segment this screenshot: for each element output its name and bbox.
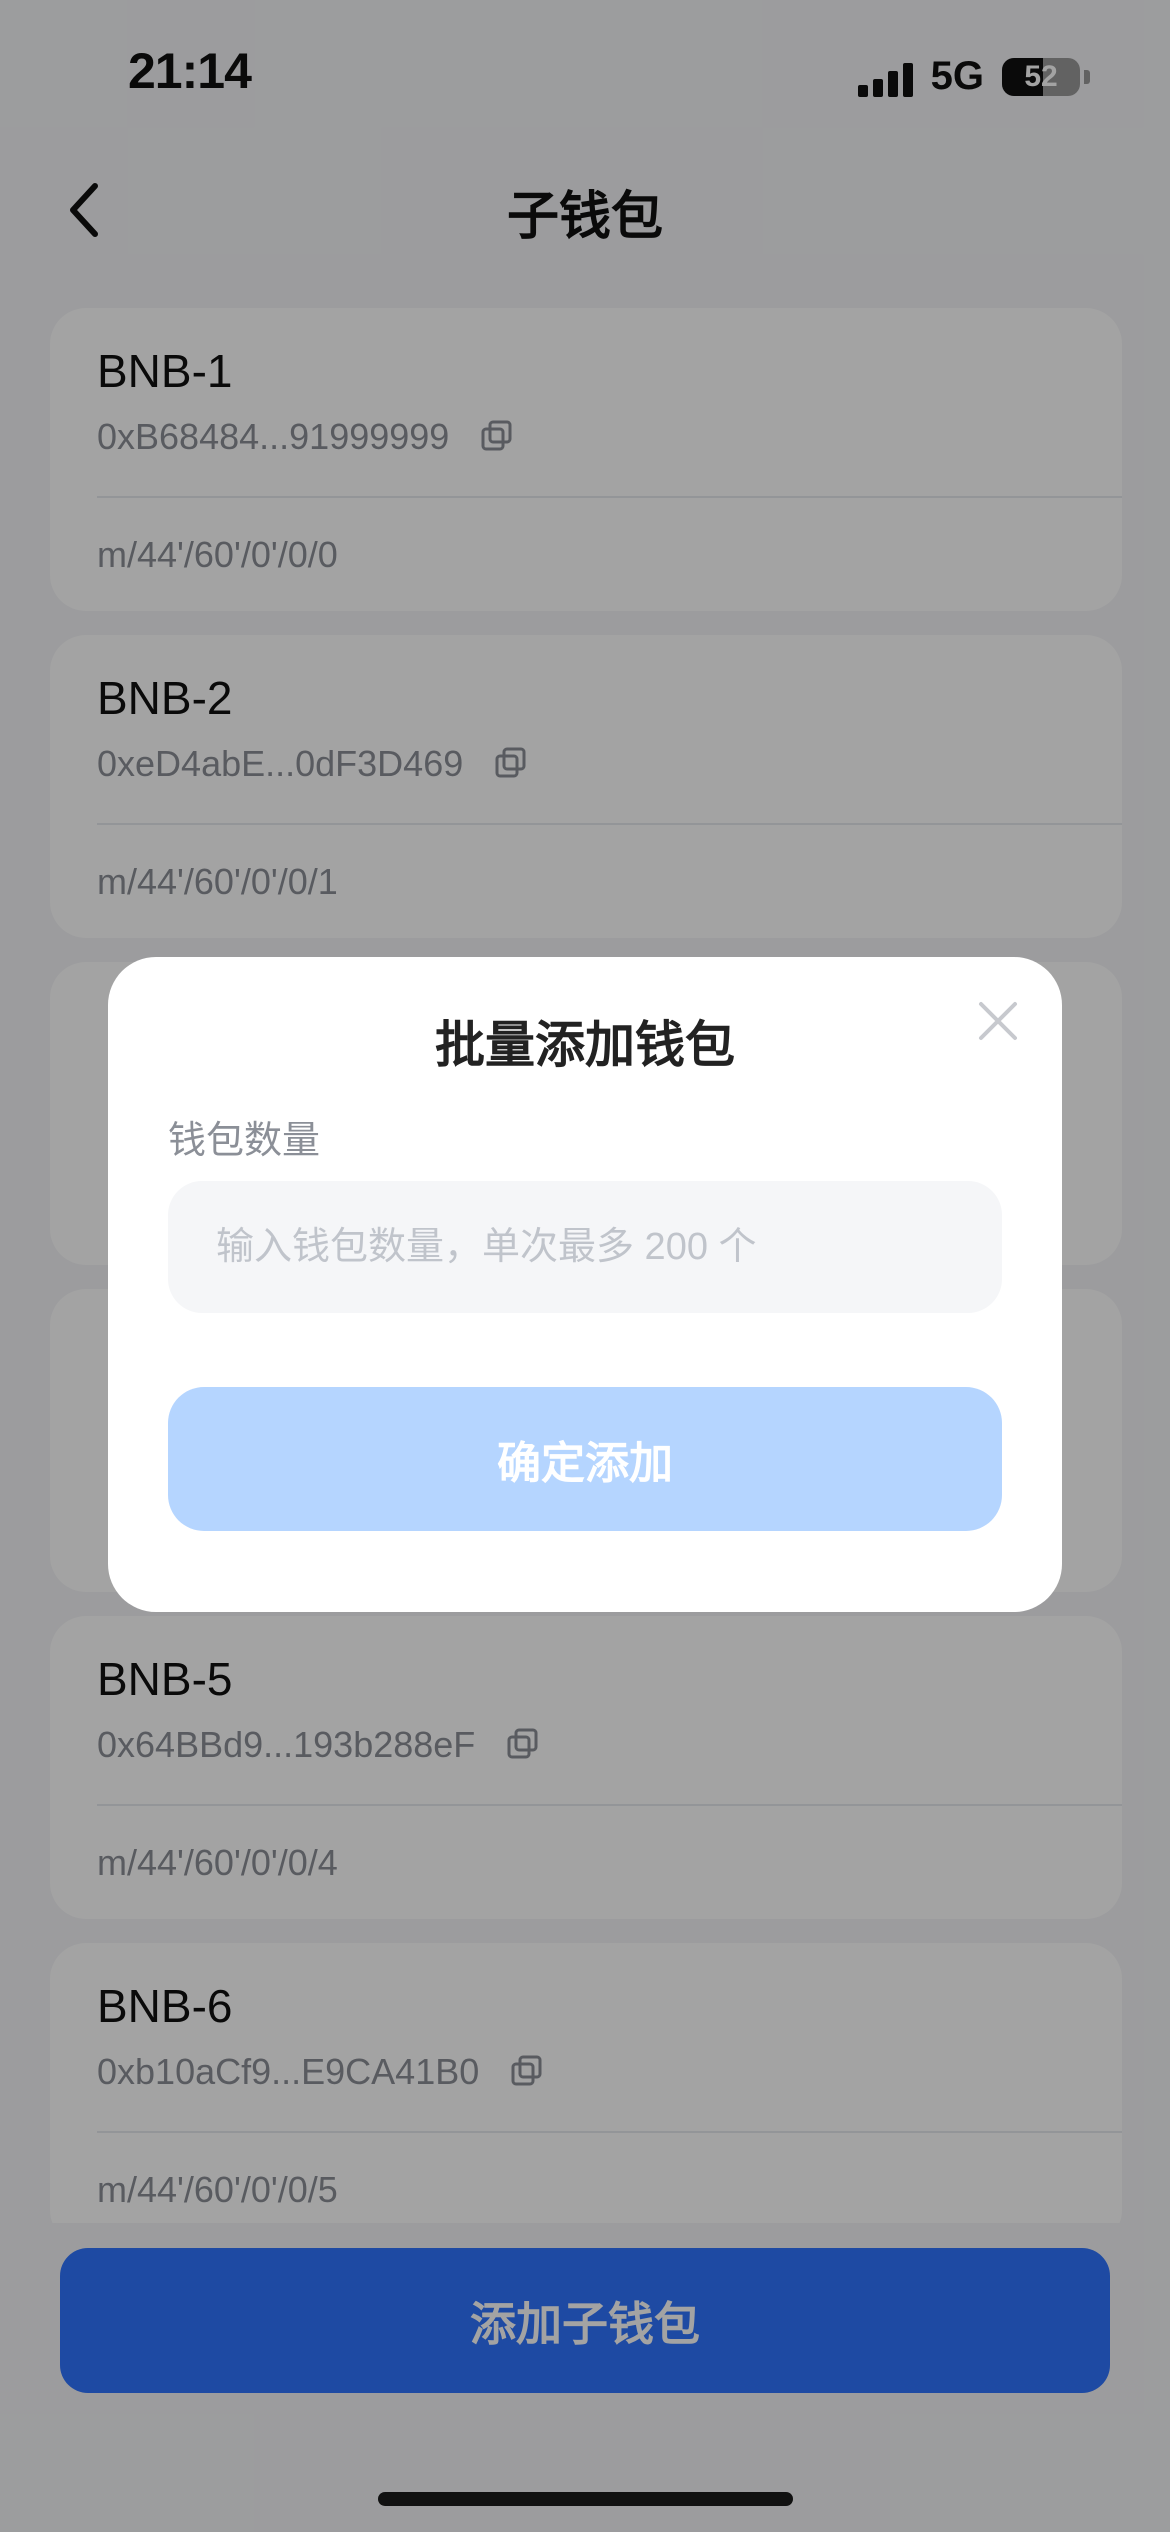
wallet-quantity-input[interactable] [168,1181,1002,1313]
modal-title: 批量添加钱包 [435,1017,735,1073]
home-indicator [378,2492,793,2506]
batch-add-wallet-modal: 批量添加钱包 钱包数量 确定添加 [108,957,1062,1612]
confirm-add-button[interactable]: 确定添加 [168,1387,1002,1531]
close-icon [979,1002,1017,1040]
close-button[interactable] [970,993,1026,1049]
sub-wallet-screen: 21:14 5G 52 子钱包 BNB-1 0xB68484...9199999… [0,0,1170,2532]
wallet-quantity-label: 钱包数量 [168,1120,321,1162]
